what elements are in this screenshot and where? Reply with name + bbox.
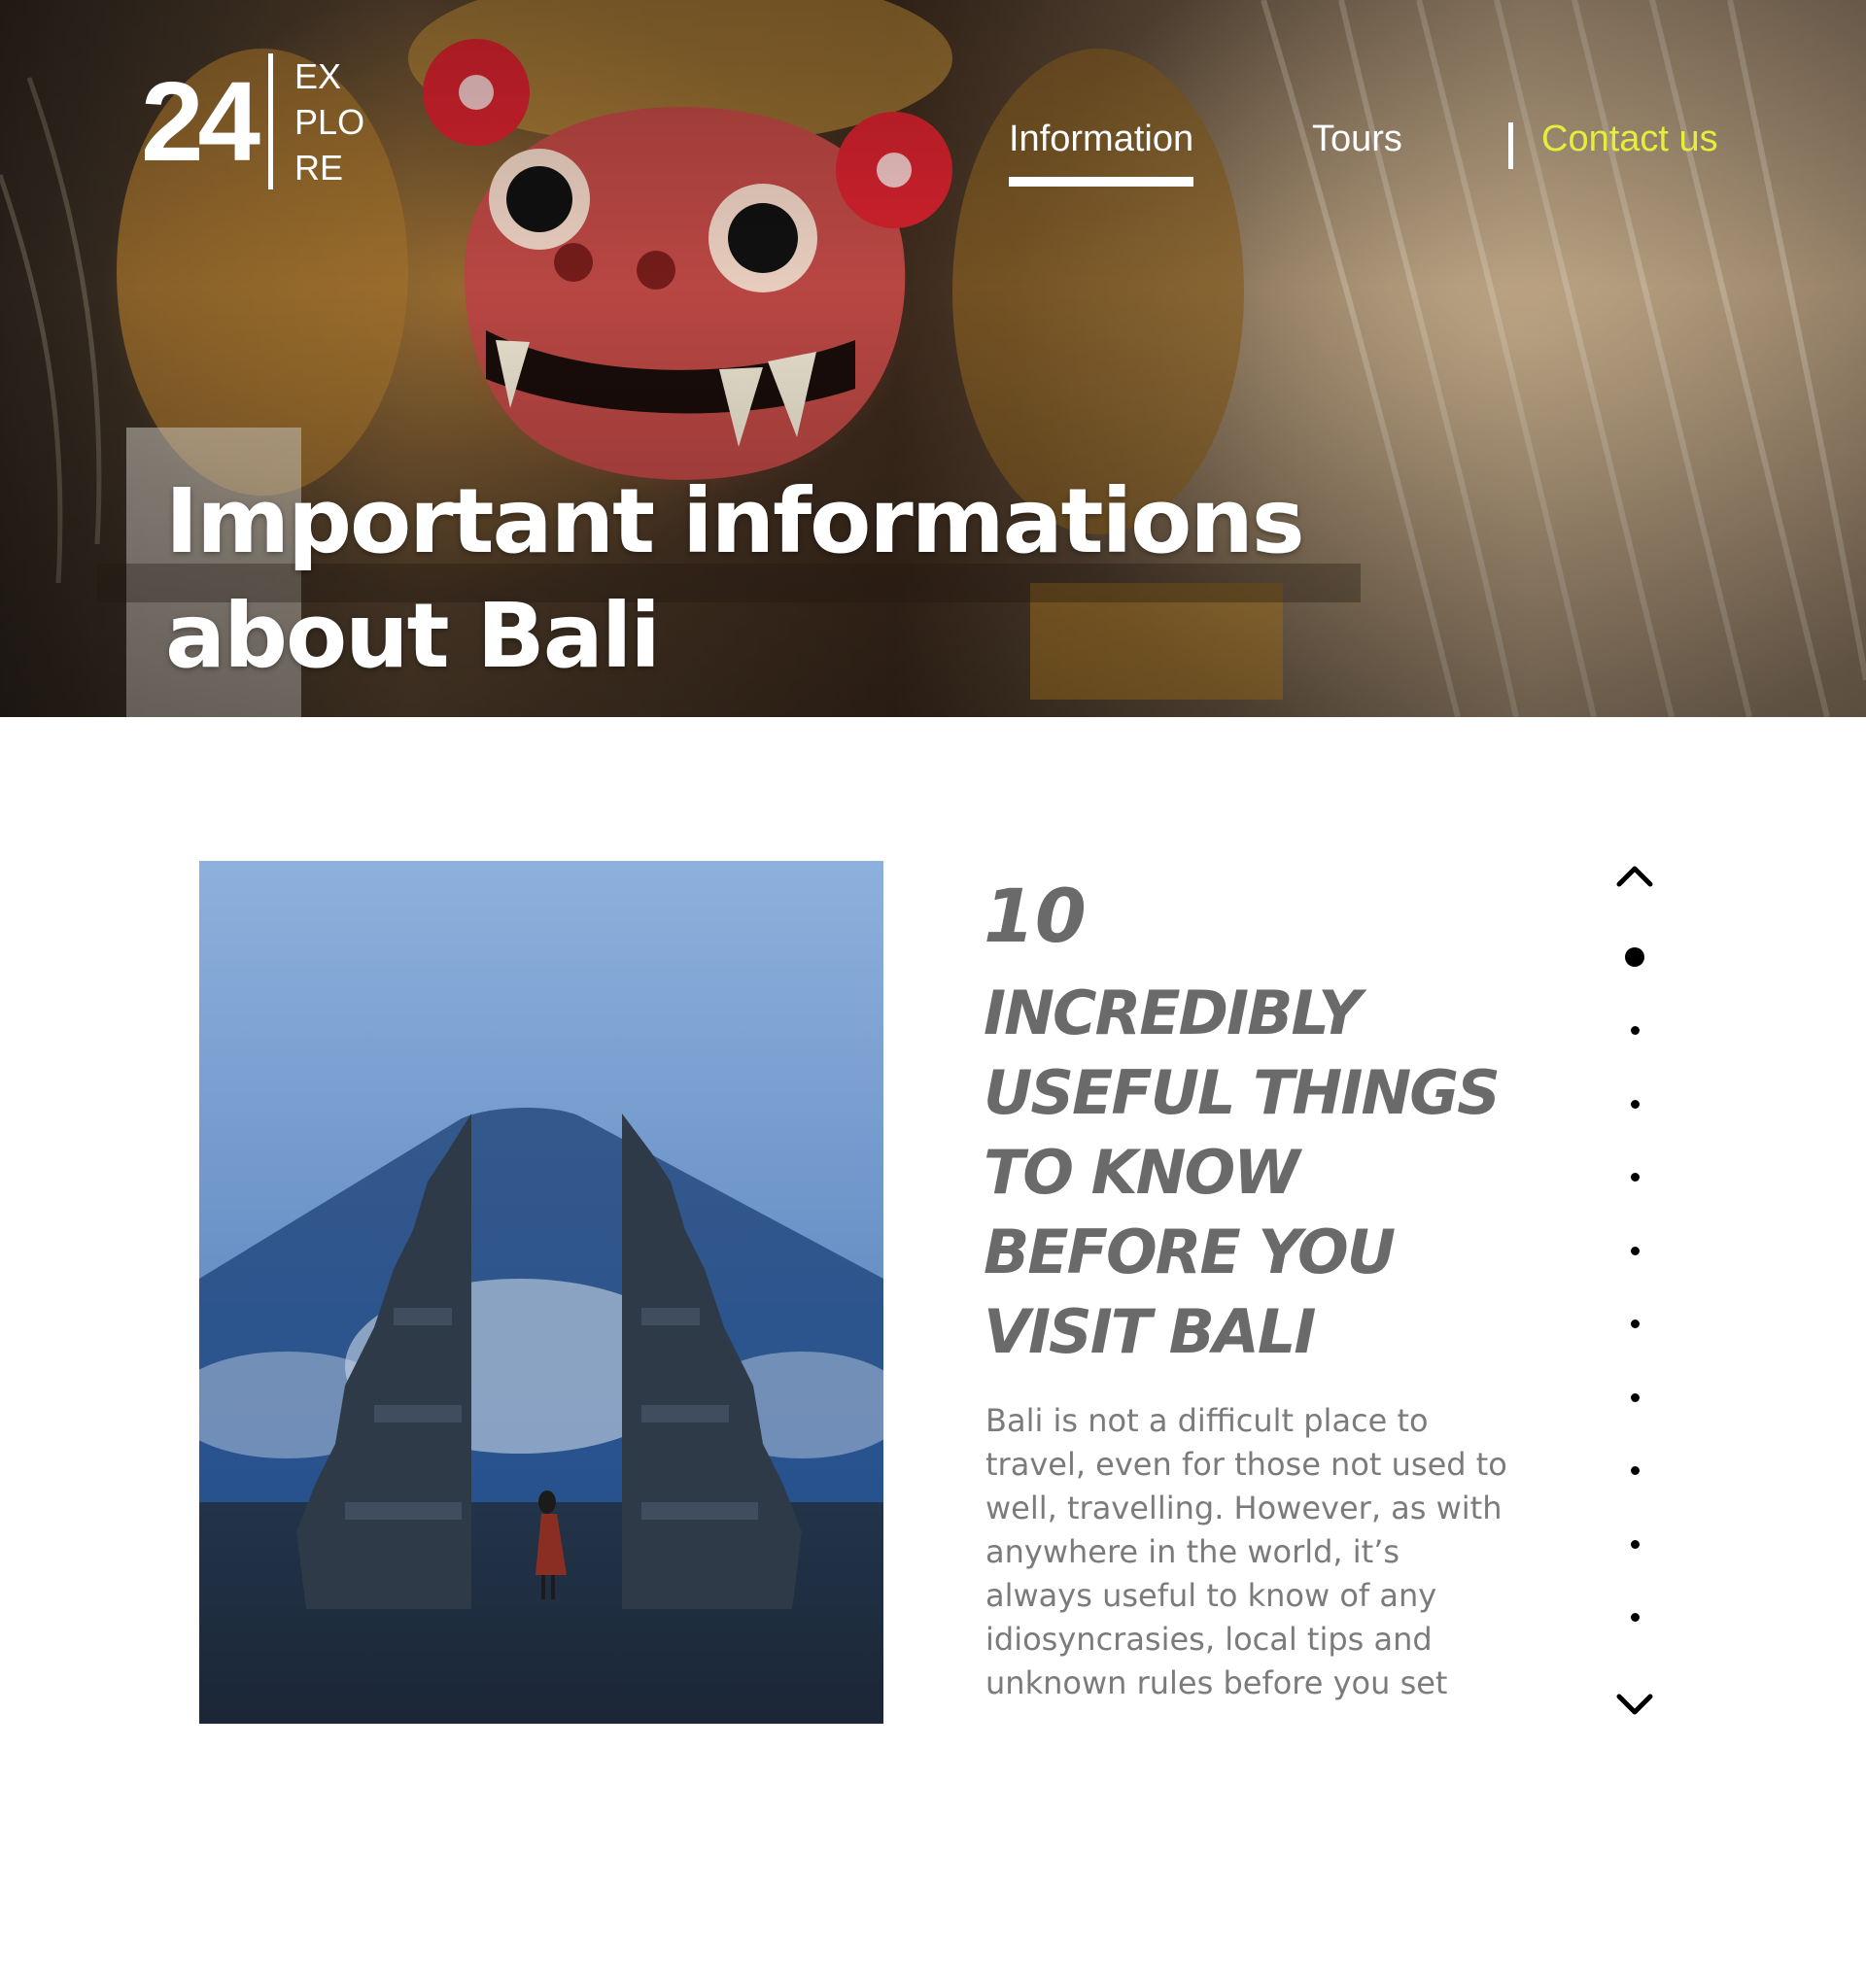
headline-line: USEFUL THINGS (984, 1057, 1501, 1128)
site-logo[interactable]: 24 EX PLO RE (141, 53, 364, 189)
excerpt-line: well, travelling. However, as with (985, 1490, 1503, 1526)
page-title-line: Important informations (165, 469, 1305, 573)
logo-word: EX (294, 55, 342, 96)
article-headline: INCREDIBLY USEFUL THINGS TO KNOW BEFORE … (984, 974, 1501, 1372)
pager-dot[interactable] (1630, 1466, 1640, 1475)
logo-number: 24 (141, 58, 260, 185)
pager-dot[interactable] (1630, 1320, 1640, 1328)
headline-line: VISIT BALI (984, 1296, 1316, 1367)
headline-line: BEFORE YOU (984, 1217, 1396, 1287)
hero-banner: 24 EX PLO RE Information Tours Contact u… (0, 0, 1866, 717)
temple-gate-illustration (199, 861, 883, 1724)
excerpt-line: always useful to know of any (985, 1577, 1437, 1614)
pager-dot[interactable] (1630, 1099, 1640, 1109)
page-title: Important informations about Bali (165, 464, 1305, 694)
headline-line: INCREDIBLY (984, 977, 1362, 1048)
excerpt-line: travel, even for those not used to (985, 1446, 1507, 1483)
nav-item-tours[interactable]: Tours (1312, 119, 1402, 160)
logo-word: PLO (294, 101, 365, 142)
pager-dot[interactable] (1630, 1026, 1640, 1035)
logo-wordmark: EX PLO RE (294, 53, 364, 190)
nav-divider (1508, 122, 1513, 169)
article-number: 10 (984, 873, 1087, 959)
excerpt-line: Bali is not a difficult place to (985, 1402, 1429, 1439)
pager-dot[interactable] (1630, 1392, 1640, 1402)
nav-item-information[interactable]: Information (1009, 119, 1194, 187)
pager-dot[interactable] (1630, 1613, 1640, 1622)
chevron-down-icon[interactable] (1615, 1691, 1654, 1720)
nav-item-contact-us[interactable]: Contact us (1541, 119, 1718, 160)
excerpt-line: idiosyncrasies, local tips and (985, 1621, 1433, 1658)
logo-word: RE (294, 147, 344, 188)
article-pager (1594, 845, 1676, 1739)
pager-dot[interactable] (1630, 1246, 1640, 1255)
pager-dot-active[interactable] (1625, 947, 1644, 967)
excerpt-line: unknown rules before you set (985, 1664, 1448, 1701)
headline-line: TO KNOW (984, 1137, 1300, 1208)
pager-dot[interactable] (1630, 1539, 1640, 1549)
page-title-line: about Bali (165, 584, 661, 688)
logo-divider (268, 53, 274, 189)
excerpt-line: anywhere in the world, it’s (985, 1533, 1400, 1570)
article-excerpt: Bali is not a difficult place to travel,… (985, 1399, 1530, 1705)
bali-gate-photo (199, 861, 883, 1724)
chevron-up-icon[interactable] (1615, 861, 1654, 890)
pager-dot[interactable] (1630, 1173, 1640, 1182)
